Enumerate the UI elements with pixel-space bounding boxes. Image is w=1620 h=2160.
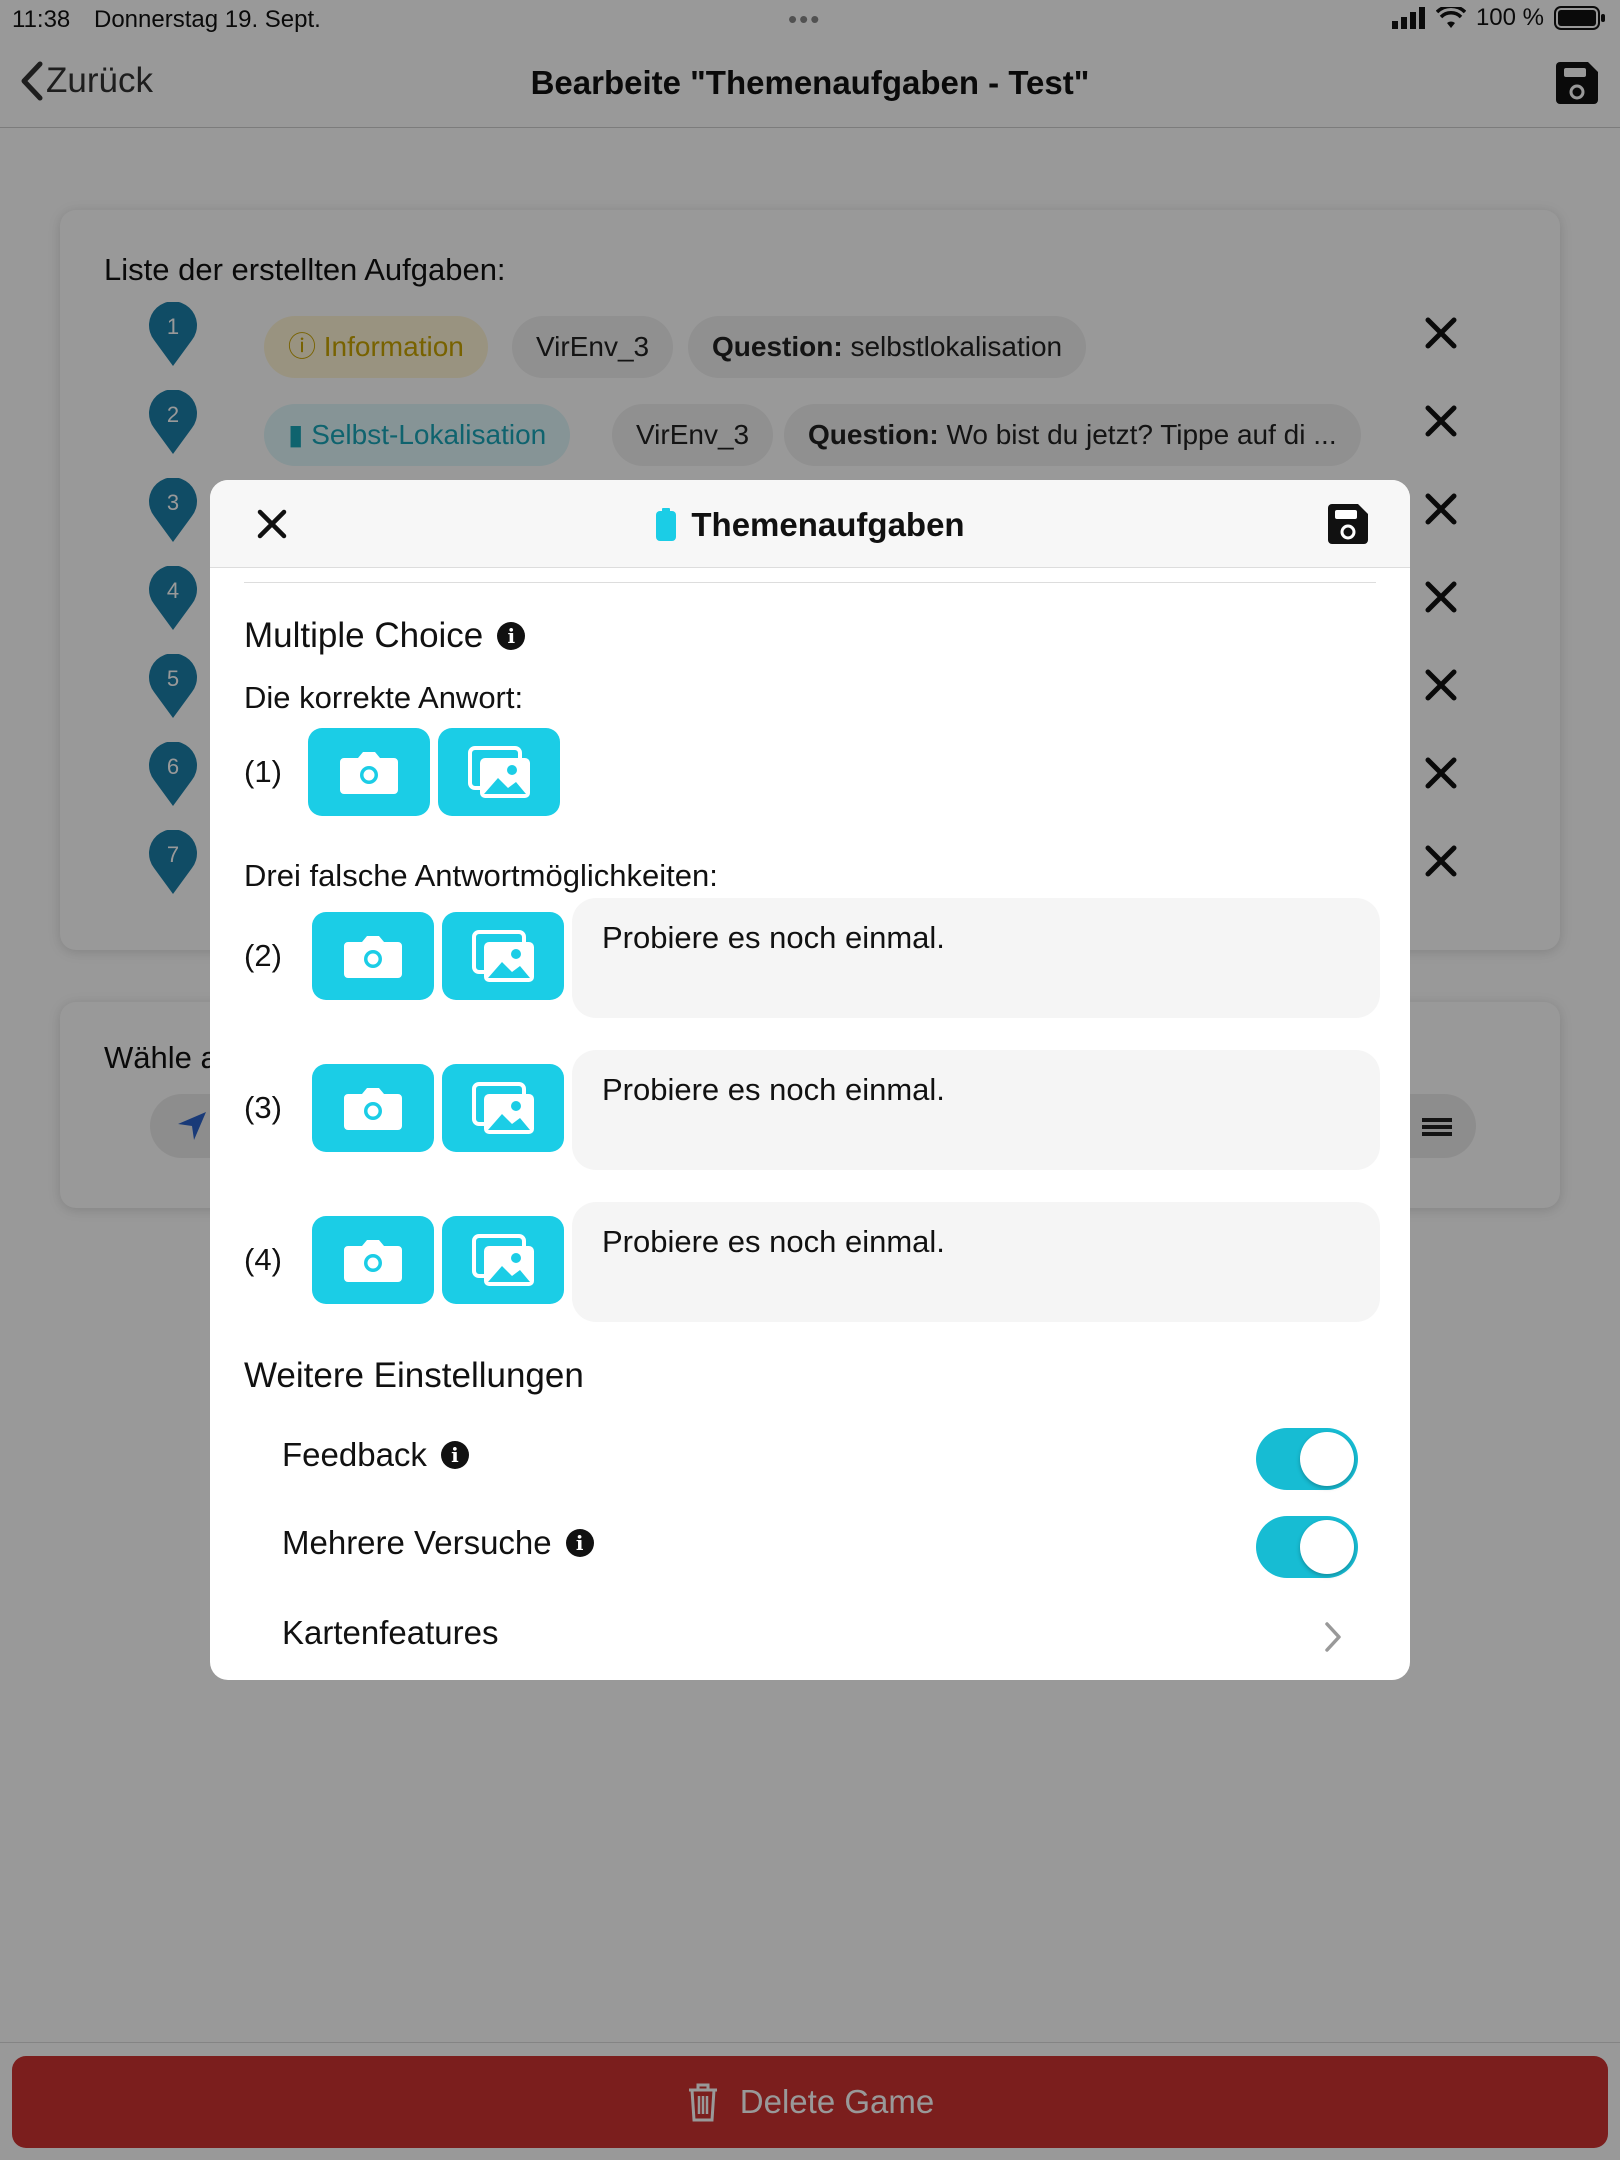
wrong-answer-input[interactable]: Probiere es noch einmal.	[572, 1202, 1380, 1322]
feedback-toggle[interactable]	[1256, 1428, 1358, 1490]
section-title: Multiple Choice	[244, 616, 484, 655]
images-icon	[468, 746, 530, 798]
answer-number: (1)	[244, 754, 282, 789]
answer-number: (2)	[244, 938, 282, 973]
toggle-knob	[1300, 1520, 1354, 1574]
gallery-button[interactable]	[438, 728, 560, 816]
mehrere-versuche-toggle[interactable]	[1256, 1516, 1358, 1578]
phone-icon	[656, 508, 677, 541]
camera-button[interactable]	[312, 912, 434, 1000]
camera-icon	[344, 936, 402, 978]
camera-button[interactable]	[312, 1064, 434, 1152]
camera-icon	[340, 752, 398, 794]
info-icon[interactable]: i	[440, 1441, 469, 1469]
setting-feedback: Feedback i	[282, 1436, 469, 1474]
gallery-button[interactable]	[442, 1064, 564, 1152]
modal-header: Themenaufgaben	[210, 480, 1410, 568]
answer-number: (3)	[244, 1090, 282, 1125]
info-icon[interactable]: i	[565, 1529, 594, 1557]
themenaufgaben-modal: Themenaufgaben Multiple Choice i Die kor…	[210, 480, 1410, 1680]
toggle-knob	[1300, 1432, 1354, 1486]
camera-icon	[344, 1240, 402, 1282]
gallery-button[interactable]	[442, 912, 564, 1000]
divider	[244, 582, 1376, 583]
setting-mehrere-versuche: Mehrere Versuche i	[282, 1524, 594, 1562]
wrong-answer-input[interactable]: Probiere es noch einmal.	[572, 898, 1380, 1018]
images-icon	[472, 1082, 534, 1134]
wrong-answers-label: Drei falsche Antwortmöglichkeiten:	[244, 858, 718, 893]
setting-kartenfeatures[interactable]: Kartenfeatures	[282, 1614, 498, 1652]
camera-button[interactable]	[308, 728, 430, 816]
setting-label: Kartenfeatures	[282, 1614, 499, 1651]
chevron-right-icon[interactable]	[1322, 1620, 1344, 1654]
camera-button[interactable]	[312, 1216, 434, 1304]
settings-title: Weitere Einstellungen	[244, 1356, 584, 1395]
setting-label: Feedback	[282, 1436, 427, 1473]
images-icon	[472, 1234, 534, 1286]
save-icon[interactable]	[1326, 502, 1370, 546]
gallery-button[interactable]	[442, 1216, 564, 1304]
modal-title: Themenaufgaben	[691, 506, 965, 543]
setting-label: Mehrere Versuche	[282, 1524, 552, 1561]
wrong-answer-input[interactable]: Probiere es noch einmal.	[572, 1050, 1380, 1170]
answer-number: (4)	[244, 1242, 282, 1277]
camera-icon	[344, 1088, 402, 1130]
info-icon[interactable]: i	[497, 622, 526, 650]
images-icon	[472, 930, 534, 982]
correct-answer-label: Die korrekte Anwort:	[244, 680, 524, 715]
